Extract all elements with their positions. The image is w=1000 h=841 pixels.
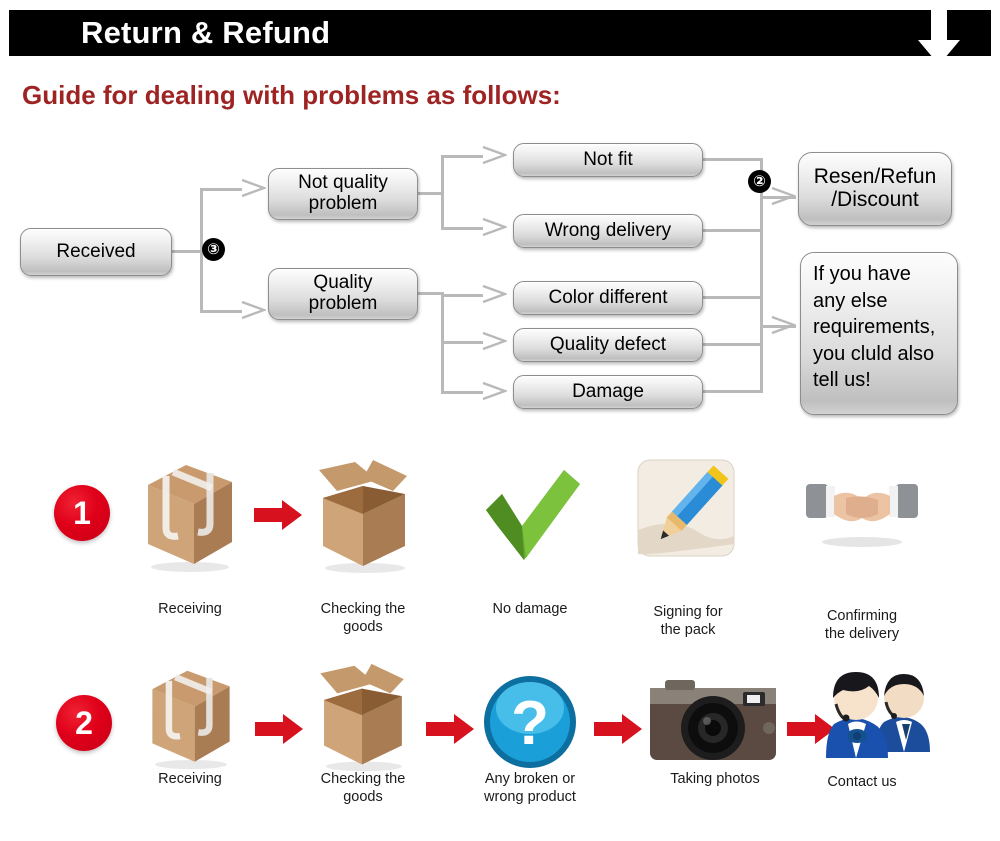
arrowhead-icon: [482, 146, 507, 164]
process-steps: 1 Receiving Checking the goods No damage…: [0, 440, 1000, 841]
row1-caption-3: No damage: [492, 601, 568, 617]
connector: [703, 343, 763, 346]
connector: [441, 294, 483, 297]
arrowhead-icon: [241, 179, 266, 197]
node-received[interactable]: Received: [20, 228, 172, 276]
connector: [172, 250, 202, 253]
row2-badge: 2: [56, 695, 112, 751]
arrowhead-icon: [482, 218, 507, 236]
support-people-icon: [826, 672, 930, 758]
connector: [703, 229, 763, 232]
node-not-quality-problem[interactable]: Not quality problem: [268, 168, 418, 220]
row1-badge: 1: [54, 485, 110, 541]
connector: [441, 155, 444, 230]
row2-caption-3: Any broken or wrong product: [484, 771, 576, 806]
pencil-sign-icon: [637, 459, 735, 557]
connector: [703, 158, 763, 161]
node-color-different[interactable]: Color different: [513, 281, 703, 315]
camera-icon: [650, 680, 776, 760]
question-mark-icon: ?: [484, 676, 576, 768]
arrowhead-icon: [482, 332, 507, 350]
red-right-arrow-icon: [426, 714, 474, 744]
connector: [760, 158, 763, 392]
node-wrong-delivery[interactable]: Wrong delivery: [513, 214, 703, 248]
arrowhead-icon: [771, 316, 796, 334]
node-damage[interactable]: Damage: [513, 375, 703, 409]
badge-step-three: ③: [202, 238, 225, 261]
handshake-icon: [806, 484, 918, 547]
connector: [441, 155, 483, 158]
row2-caption-2: Checking the goods: [320, 771, 406, 806]
page-subtitle: Guide for dealing with problems as follo…: [22, 80, 561, 110]
open-box-icon: [320, 663, 404, 772]
svg-text:?: ?: [511, 689, 549, 758]
connector: [441, 391, 483, 394]
row2-caption-5: Contact us: [827, 774, 897, 790]
row2-caption-1: Receiving: [158, 771, 222, 787]
row1-caption-1: Receiving: [158, 601, 222, 617]
node-quality-defect[interactable]: Quality defect: [513, 328, 703, 362]
red-right-arrow-icon: [254, 500, 302, 530]
connector: [441, 294, 444, 394]
arrowhead-icon: [482, 382, 507, 400]
connector: [703, 390, 763, 393]
connector: [200, 188, 242, 191]
header-bar: Return & Refund: [9, 10, 991, 56]
red-right-arrow-icon: [255, 714, 303, 744]
green-check-icon: [486, 470, 580, 560]
badge-step-two: ②: [748, 170, 771, 193]
node-not-fit[interactable]: Not fit: [513, 143, 703, 177]
arrowhead-icon: [771, 187, 796, 205]
node-quality-problem[interactable]: Quality problem: [268, 268, 418, 320]
row1-caption-4: Signing for the pack: [653, 604, 723, 639]
return-refund-page: Return & Refund Guide for dealing with p…: [0, 0, 1000, 841]
closed-box-icon: [152, 670, 230, 770]
row2-caption-4: Taking photos: [670, 771, 760, 787]
connector: [441, 341, 483, 344]
connector: [441, 227, 483, 230]
red-right-arrow-icon: [594, 714, 642, 744]
arrowhead-icon: [241, 301, 266, 319]
problem-flowchart: Received Not quality problem Quality pro…: [0, 130, 1000, 430]
connector: [200, 310, 242, 313]
down-arrow-icon: [918, 10, 960, 65]
arrowhead-icon: [482, 285, 507, 303]
node-else-requirements[interactable]: If you have any else requirements, you c…: [800, 252, 958, 415]
row1-caption-5: Confirming the delivery: [824, 608, 900, 643]
page-title: Return & Refund: [81, 15, 331, 50]
open-box-icon: [319, 460, 407, 573]
row1-caption-2: Checking the goods: [320, 601, 406, 636]
connector: [703, 296, 763, 299]
closed-box-icon: [148, 465, 232, 572]
node-resend-refund-discount[interactable]: Resen/Refun /Discount: [798, 152, 952, 226]
